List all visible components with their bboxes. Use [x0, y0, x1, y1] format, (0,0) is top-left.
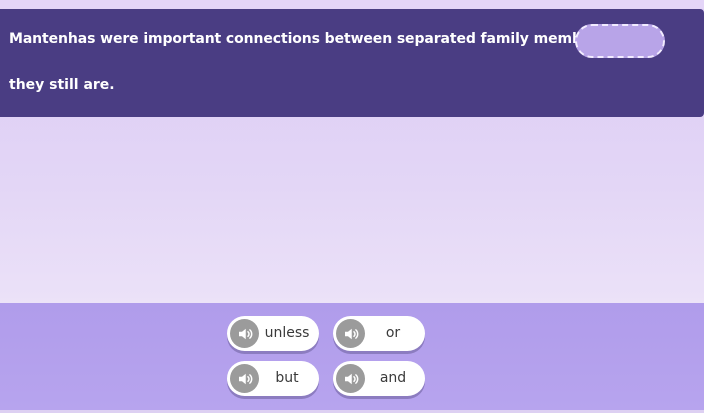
answer-option-label: but — [275, 370, 299, 386]
answer-option-and[interactable]: and — [333, 361, 425, 396]
top-strip — [0, 0, 704, 9]
answer-drop-slot[interactable] — [575, 24, 665, 58]
answer-option-or[interactable]: or — [333, 316, 425, 351]
speaker-icon[interactable] — [336, 319, 365, 348]
speaker-icon[interactable] — [230, 319, 259, 348]
question-text-line-2: they still are. — [9, 77, 115, 93]
answer-option-label: and — [379, 370, 407, 386]
question-panel: Mantenhas were important connections bet… — [0, 9, 704, 117]
speaker-icon[interactable] — [336, 364, 365, 393]
answer-option-label: or — [385, 325, 401, 341]
answer-option-label: unless — [264, 325, 310, 341]
answer-option-but[interactable]: but — [227, 361, 319, 396]
workspace-area — [0, 117, 704, 303]
speaker-icon[interactable] — [230, 364, 259, 393]
answer-option-unless[interactable]: unless — [227, 316, 319, 351]
question-text-line-1: Mantenhas were important connections bet… — [9, 31, 607, 47]
